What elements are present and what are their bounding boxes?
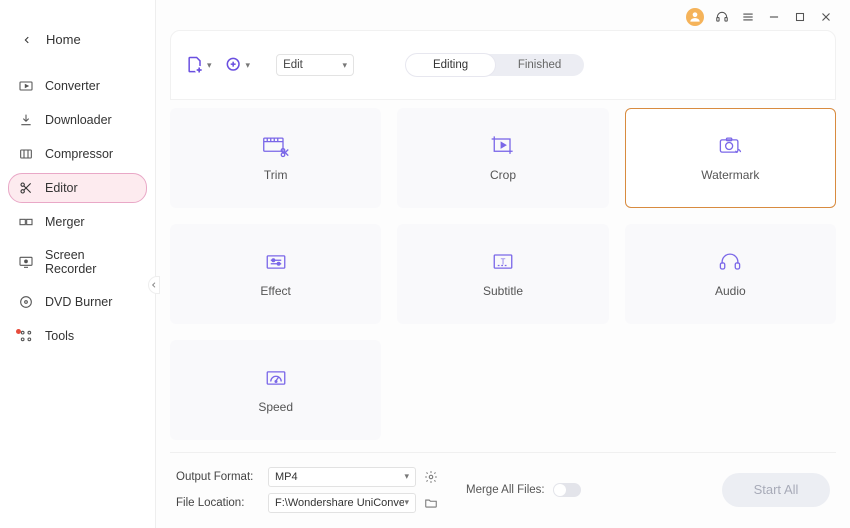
add-file-button[interactable]: ▾ bbox=[185, 55, 212, 75]
start-all-label: Start All bbox=[754, 482, 799, 497]
tile-label: Trim bbox=[264, 168, 288, 182]
back-label: Home bbox=[46, 32, 81, 47]
tile-label: Speed bbox=[258, 400, 293, 414]
crop-icon bbox=[489, 134, 517, 158]
tile-audio[interactable]: Audio bbox=[625, 224, 836, 324]
merger-icon bbox=[18, 214, 34, 230]
gear-icon[interactable] bbox=[424, 470, 438, 484]
sidebar-item-label: DVD Burner bbox=[45, 295, 112, 309]
tile-label: Crop bbox=[490, 168, 516, 182]
sidebar-item-label: Merger bbox=[45, 215, 85, 229]
tab-finished[interactable]: Finished bbox=[495, 54, 584, 76]
chevron-left-icon bbox=[150, 281, 158, 289]
disc-icon bbox=[18, 294, 34, 310]
tab-editing[interactable]: Editing bbox=[406, 54, 495, 76]
collapse-sidebar-button[interactable] bbox=[148, 276, 160, 294]
merge-label: Merge All Files: bbox=[466, 484, 545, 496]
sidebar-item-dvd-burner[interactable]: DVD Burner bbox=[8, 287, 147, 317]
effect-icon bbox=[262, 250, 290, 274]
add-url-icon bbox=[224, 55, 244, 75]
add-file-icon bbox=[185, 55, 205, 75]
sidebar-item-label: Editor bbox=[45, 181, 78, 195]
subtitle-icon: T bbox=[489, 250, 517, 274]
tile-watermark[interactable]: Watermark bbox=[625, 108, 836, 208]
chevron-down-icon: ▾ bbox=[207, 60, 212, 71]
speed-icon bbox=[262, 366, 290, 390]
tile-subtitle[interactable]: T Subtitle bbox=[397, 224, 608, 324]
file-location-select[interactable]: F:\Wondershare UniConverter 1 ▾ bbox=[268, 493, 416, 513]
file-location-label: File Location: bbox=[176, 497, 260, 509]
sidebar-item-tools[interactable]: Tools bbox=[8, 321, 147, 351]
merge-toggle[interactable] bbox=[553, 483, 581, 497]
sidebar-item-compressor[interactable]: Compressor bbox=[8, 139, 147, 169]
chevron-down-icon: ▾ bbox=[343, 60, 348, 71]
sidebar-item-label: Screen Recorder bbox=[45, 248, 137, 276]
screen-recorder-icon bbox=[18, 254, 34, 270]
tile-crop[interactable]: Crop bbox=[397, 108, 608, 208]
compressor-icon bbox=[18, 146, 34, 162]
tab-label: Finished bbox=[518, 59, 561, 71]
sidebar-item-label: Tools bbox=[45, 329, 74, 343]
download-icon bbox=[18, 112, 34, 128]
chevron-down-icon: ▾ bbox=[404, 471, 409, 482]
tile-trim[interactable]: Trim bbox=[170, 108, 381, 208]
tab-label: Editing bbox=[433, 59, 468, 71]
converter-icon bbox=[18, 78, 34, 94]
start-all-button[interactable]: Start All bbox=[722, 473, 830, 507]
watermark-icon bbox=[716, 134, 744, 158]
chevron-down-icon: ▾ bbox=[246, 60, 251, 71]
sidebar-item-editor[interactable]: Editor bbox=[8, 173, 147, 203]
toolbar: ▾ ▾ Edit ▾ Editing Finished bbox=[170, 30, 836, 100]
tile-label: Audio bbox=[715, 284, 746, 298]
sidebar-item-label: Converter bbox=[45, 79, 100, 93]
scissors-icon bbox=[18, 180, 34, 196]
back-button[interactable]: Home bbox=[0, 24, 155, 65]
main-area: ▾ ▾ Edit ▾ Editing Finished Trim Crop bbox=[156, 0, 850, 528]
chevron-down-icon: ▾ bbox=[404, 497, 409, 508]
sidebar-item-screen-recorder[interactable]: Screen Recorder bbox=[8, 241, 147, 283]
tile-label: Watermark bbox=[701, 168, 759, 182]
tile-label: Subtitle bbox=[483, 284, 523, 298]
sidebar-item-converter[interactable]: Converter bbox=[8, 71, 147, 101]
tile-speed[interactable]: Speed bbox=[170, 340, 381, 440]
output-format-select[interactable]: MP4 ▾ bbox=[268, 467, 416, 487]
audio-icon bbox=[716, 250, 744, 274]
output-format-label: Output Format: bbox=[176, 471, 260, 483]
tile-effect[interactable]: Effect bbox=[170, 224, 381, 324]
sidebar-item-downloader[interactable]: Downloader bbox=[8, 105, 147, 135]
output-format-value: MP4 bbox=[275, 471, 298, 483]
mode-select-value: Edit bbox=[283, 59, 303, 71]
sidebar-item-merger[interactable]: Merger bbox=[8, 207, 147, 237]
tile-label: Effect bbox=[260, 284, 290, 298]
sidebar-item-label: Downloader bbox=[45, 113, 112, 127]
status-segmented: Editing Finished bbox=[406, 54, 584, 76]
folder-icon[interactable] bbox=[424, 496, 438, 510]
mode-select[interactable]: Edit ▾ bbox=[276, 54, 354, 76]
chevron-left-icon bbox=[22, 35, 32, 45]
add-url-button[interactable]: ▾ bbox=[224, 55, 251, 75]
sidebar-item-label: Compressor bbox=[45, 147, 113, 161]
sidebar: Home Converter Downloader Compressor Edi… bbox=[0, 0, 156, 528]
trim-icon bbox=[262, 134, 290, 158]
footer: Output Format: MP4 ▾ File Location: F:\W… bbox=[170, 452, 836, 518]
file-location-value: F:\Wondershare UniConverter 1 bbox=[275, 497, 404, 509]
notification-dot-icon bbox=[16, 329, 21, 334]
